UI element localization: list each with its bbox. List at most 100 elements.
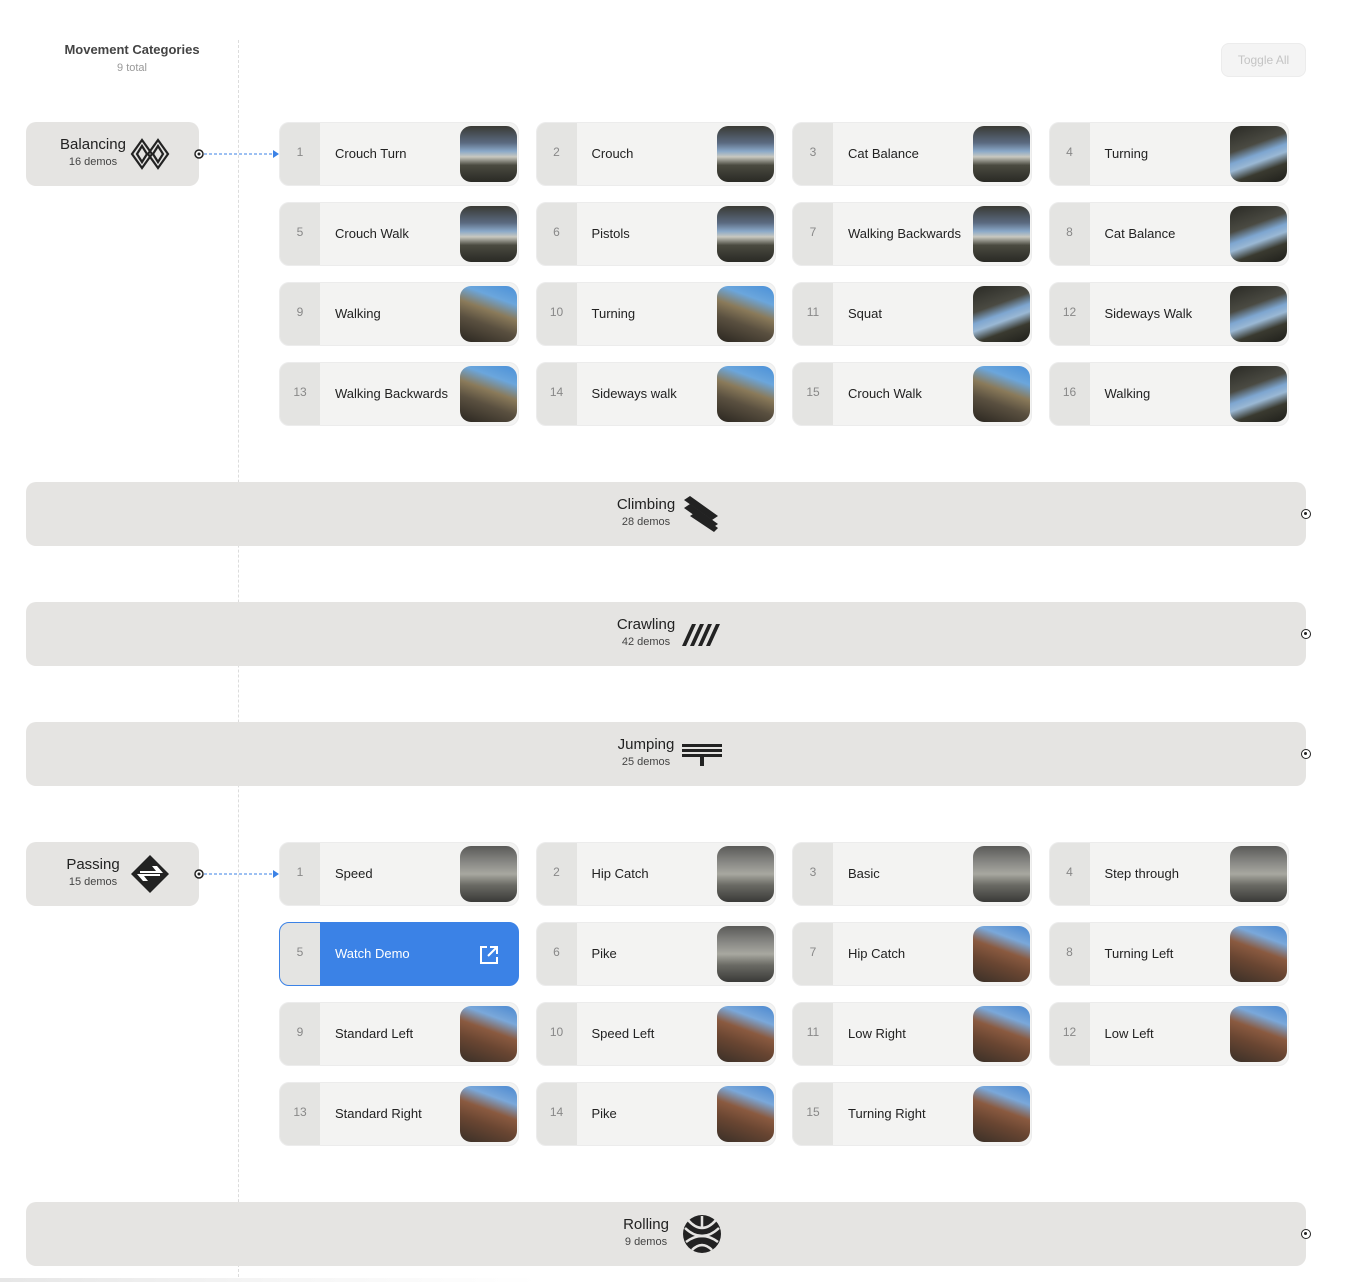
- demo-number: 11: [793, 283, 833, 345]
- category-count: 15 demos: [68, 876, 118, 888]
- demo-label: Basic: [848, 866, 880, 881]
- demo-number: 12: [1049, 283, 1090, 345]
- demo-card[interactable]: 8 Cat Balance: [1048, 202, 1289, 266]
- demo-card[interactable]: 2 Crouch: [535, 122, 776, 186]
- category-passing[interactable]: Passing 15 demos: [26, 842, 199, 906]
- demo-label: Turning Left: [1104, 946, 1174, 961]
- category-jumping[interactable]: Jumping 25 demos: [26, 722, 1306, 786]
- category-rolling[interactable]: Rolling 9 demos: [26, 1202, 1306, 1266]
- demo-card[interactable]: 8 Turning Left: [1048, 922, 1289, 986]
- demo-card[interactable]: 10 Turning: [535, 282, 776, 346]
- balancing-connector: [194, 149, 279, 159]
- demo-number: 4: [1049, 843, 1090, 905]
- demo-thumbnail: [460, 286, 517, 342]
- demo-label: Low Left: [1104, 1026, 1154, 1041]
- demo-thumbnail: [716, 286, 774, 342]
- balancing-icon: [130, 138, 170, 170]
- demo-card[interactable]: 12 Low Left: [1048, 1002, 1289, 1066]
- demo-card[interactable]: 4 Step through: [1048, 842, 1289, 906]
- demo-card[interactable]: 13 Standard Right: [279, 1082, 519, 1146]
- demo-card[interactable]: 3 Cat Balance: [792, 122, 1032, 186]
- demo-number: 3: [793, 843, 833, 905]
- demo-card[interactable]: 13 Walking Backwards: [279, 362, 519, 426]
- demo-thumbnail: [973, 366, 1030, 422]
- demo-label: Watch Demo: [335, 946, 410, 961]
- demo-thumbnail: [973, 206, 1030, 262]
- category-name: Rolling: [623, 1216, 669, 1233]
- demo-card[interactable]: 14 Sideways walk: [535, 362, 776, 426]
- demo-label: Hip Catch: [848, 946, 906, 961]
- demo-number: 2: [536, 843, 577, 905]
- demo-card[interactable]: 16 Walking: [1048, 362, 1289, 426]
- demo-thumbnail: [1229, 366, 1287, 422]
- demo-number: 10: [536, 283, 577, 345]
- jumping-icon: [682, 744, 722, 766]
- page-edge: [0, 1278, 1347, 1282]
- category-count: 16 demos: [68, 156, 118, 168]
- demo-card[interactable]: 15 Crouch Walk: [792, 362, 1032, 426]
- demo-label: Walking Backwards: [335, 386, 448, 401]
- toggle-all-button[interactable]: Toggle All: [1221, 43, 1306, 77]
- demo-thumbnail: [1229, 286, 1287, 342]
- category-count: 25 demos: [621, 756, 671, 768]
- demo-thumbnail: [1229, 926, 1287, 982]
- expand-toggle-dot[interactable]: [1301, 629, 1311, 639]
- demo-card[interactable]: 3 Basic: [792, 842, 1032, 906]
- demo-card[interactable]: 9 Walking: [279, 282, 519, 346]
- categories-header: Movement Categories 9 total: [40, 42, 224, 74]
- demo-card[interactable]: 11 Low Right: [792, 1002, 1032, 1066]
- expand-toggle-dot[interactable]: [1301, 509, 1311, 519]
- demo-card[interactable]: 7 Walking Backwards: [792, 202, 1032, 266]
- demo-card[interactable]: 12 Sideways Walk: [1048, 282, 1289, 346]
- demo-number: 10: [536, 1003, 577, 1065]
- demo-label: Walking: [335, 306, 381, 321]
- demo-number: 6: [536, 203, 577, 265]
- demo-thumbnail: [973, 126, 1030, 182]
- demo-label: Walking: [1104, 386, 1151, 401]
- category-balancing[interactable]: Balancing 16 demos: [26, 122, 199, 186]
- demo-label: Turning: [1104, 146, 1149, 161]
- demo-thumbnail: [716, 1086, 774, 1142]
- category-climbing[interactable]: Climbing 28 demos: [26, 482, 1306, 546]
- demo-card[interactable]: 7 Hip Catch: [792, 922, 1032, 986]
- demo-card[interactable]: 14 Pike: [535, 1082, 776, 1146]
- demo-number: 4: [1049, 123, 1090, 185]
- demo-label: Crouch Walk: [335, 226, 409, 241]
- demo-card[interactable]: 1 Speed: [279, 842, 519, 906]
- demo-thumbnail: [1229, 126, 1287, 182]
- demo-number: 15: [793, 1083, 833, 1145]
- category-count: 28 demos: [621, 516, 671, 528]
- demo-label: Cat Balance: [1104, 226, 1176, 241]
- demo-card[interactable]: 9 Standard Left: [279, 1002, 519, 1066]
- category-crawling[interactable]: Crawling 42 demos: [26, 602, 1306, 666]
- demo-label: Standard Right: [335, 1106, 422, 1121]
- demo-thumbnail: [1229, 206, 1287, 262]
- demo-thumbnail: [716, 1006, 774, 1062]
- demo-card[interactable]: 6 Pike: [535, 922, 776, 986]
- demo-label: Speed Left: [591, 1026, 655, 1041]
- climbing-icon: [684, 496, 718, 532]
- demo-card[interactable]: 5 Crouch Walk: [279, 202, 519, 266]
- demo-number: 2: [536, 123, 577, 185]
- demo-number: 9: [280, 283, 320, 345]
- expand-toggle-dot[interactable]: [1301, 749, 1311, 759]
- demo-thumbnail: [716, 926, 774, 982]
- demo-card[interactable]: 1 Crouch Turn: [279, 122, 519, 186]
- demo-card[interactable]: 10 Speed Left: [535, 1002, 776, 1066]
- category-name: Passing: [66, 856, 120, 873]
- demo-card[interactable]: 2 Hip Catch: [535, 842, 776, 906]
- demo-thumbnail: [460, 846, 517, 902]
- demo-card[interactable]: 6 Pistols: [535, 202, 776, 266]
- demo-label: Turning Right: [848, 1106, 926, 1121]
- demo-label: Pike: [591, 946, 617, 961]
- demo-card[interactable]: 4 Turning: [1048, 122, 1289, 186]
- demo-card[interactable]: 15 Turning Right: [792, 1082, 1032, 1146]
- rolling-icon: [683, 1215, 721, 1253]
- watch-demo-button[interactable]: 5 Watch Demo: [279, 922, 519, 986]
- demo-number: 3: [793, 123, 833, 185]
- expand-toggle-dot[interactable]: [1301, 1229, 1311, 1239]
- demo-card[interactable]: 11 Squat: [792, 282, 1032, 346]
- demo-label: Walking Backwards: [848, 226, 961, 241]
- category-count: 42 demos: [621, 636, 671, 648]
- category-name: Balancing: [60, 136, 126, 153]
